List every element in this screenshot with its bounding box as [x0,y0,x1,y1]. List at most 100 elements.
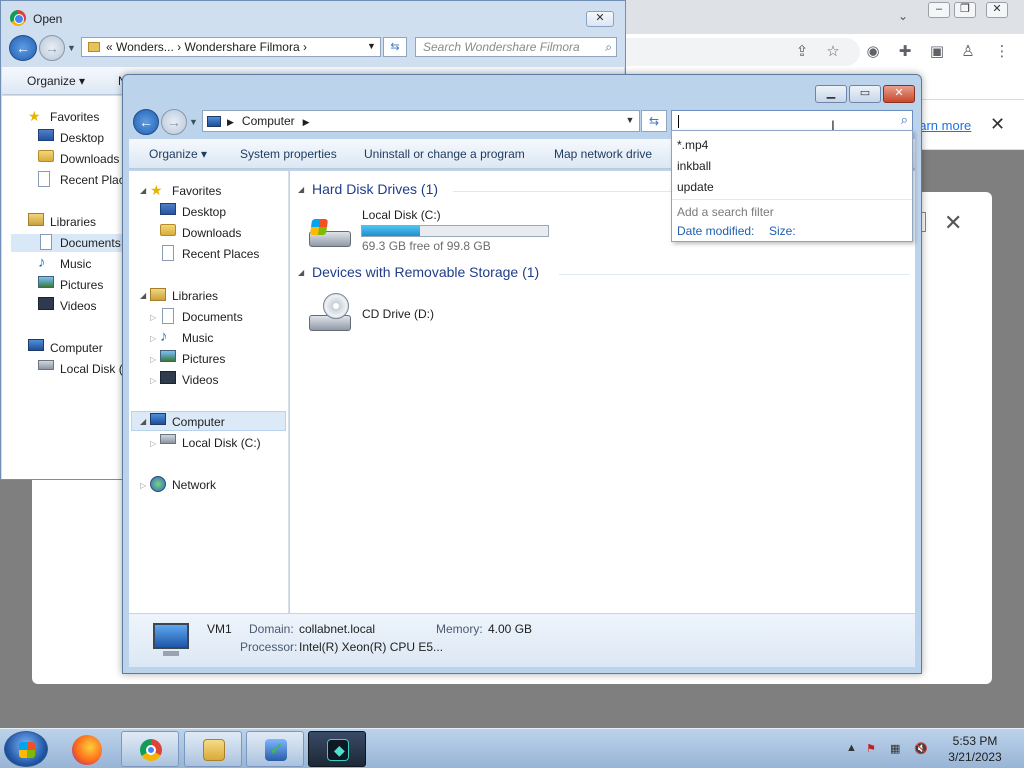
firefox-icon[interactable] [72,735,102,765]
libraries-icon [28,213,44,226]
open-nav-music[interactable]: Music [60,257,91,271]
system-clock[interactable]: 5:53 PM 3/21/2023 [940,733,1010,765]
open-refresh-button[interactable]: ⇆ [383,37,407,57]
address-bar[interactable]: ▶ Computer ▶ [202,110,640,132]
filter-size[interactable]: Size: [769,224,796,238]
open-address-dropdown-icon[interactable]: ▼ [367,41,376,51]
windows-logo-icon [309,219,329,235]
open-dialog-close-button[interactable]: ✕ [586,11,614,27]
suggestion-item[interactable]: inkball [677,159,711,173]
taskbar-app-button[interactable]: ✓ [246,731,304,767]
chrome-minimize-button[interactable]: – [928,2,950,18]
open-nav-libraries[interactable]: Libraries [50,215,96,229]
drive-c-name[interactable]: Local Disk (C:) [362,208,441,222]
open-nav-pictures[interactable]: Pictures [60,278,103,292]
nav-videos[interactable]: Videos [182,373,218,387]
breadcrumb-computer[interactable]: Computer [242,114,295,128]
group-collapse-icon[interactable]: ◢ [298,185,304,194]
open-nav-videos[interactable]: Videos [60,299,96,313]
nav-computer[interactable]: Computer [172,415,225,429]
chrome-tab-list-icon[interactable]: ⌄ [898,9,908,23]
open-nav-desktop[interactable]: Desktop [60,131,104,145]
drive-d-name[interactable]: CD Drive (D:) [362,307,434,321]
side-panel-icon[interactable]: ▣ [927,42,947,62]
taskbar-chrome-button[interactable] [121,731,179,767]
close-button[interactable]: ✕ [883,85,915,103]
collapse-arrow-icon[interactable]: ▷ [150,439,156,448]
expand-arrow-icon[interactable]: ◢ [140,291,146,300]
organize-button[interactable]: Organize ▾ [149,147,207,161]
open-nav-local-disk[interactable]: Local Disk (C [60,362,131,376]
collapse-arrow-icon[interactable]: ▷ [150,313,156,322]
clock-date: 3/21/2023 [948,750,1002,764]
nav-downloads[interactable]: Downloads [182,226,241,240]
nav-local-disk[interactable]: Local Disk (C:) [182,436,261,450]
infobar-close-icon[interactable]: ✕ [990,114,1005,135]
cd-drive-icon[interactable] [307,291,353,337]
expand-arrow-icon[interactable]: ◢ [140,417,146,426]
maximize-button[interactable]: ▭ [849,85,881,103]
open-address-bar[interactable]: « Wonders... › Wondershare Filmora › [81,37,381,57]
open-organize-button[interactable]: Organize ▾ [27,74,85,88]
show-hidden-icons-icon[interactable]: ▲ [846,742,857,754]
open-back-button[interactable]: ← [9,35,37,61]
open-nav-documents[interactable]: Documents [60,236,121,250]
open-nav-downloads[interactable]: Downloads [60,152,119,166]
expand-arrow-icon[interactable]: ◢ [140,186,146,195]
nav-documents[interactable]: Documents [182,310,243,324]
chrome-omnibox[interactable] [600,38,860,66]
collapse-arrow-icon[interactable]: ▷ [150,334,156,343]
forward-button[interactable]: → [161,109,187,135]
puzzle-icon[interactable]: ✚ [895,42,915,62]
suggestion-item[interactable]: *.mp4 [677,138,708,152]
chrome-close-button[interactable]: ✕ [986,2,1008,18]
local-disk-drive-icon[interactable] [307,215,353,251]
nav-desktop[interactable]: Desktop [182,205,226,219]
open-forward-button[interactable]: → [39,35,65,61]
nav-pictures[interactable]: Pictures [182,352,225,366]
collapse-arrow-icon[interactable]: ▷ [150,376,156,385]
recent-pages-dropdown-icon[interactable]: ▼ [189,117,198,127]
nav-recent-places[interactable]: Recent Places [182,247,259,261]
taskbar-explorer-button[interactable] [184,731,242,767]
network-status-icon[interactable]: ▦ [890,742,900,755]
profile-avatar-icon[interactable]: ♙ [958,42,978,62]
map-network-drive-button[interactable]: Map network drive [554,147,652,161]
back-button[interactable]: ← [133,109,159,135]
minimize-button[interactable]: ▁ [815,85,847,103]
open-recent-dropdown-icon[interactable]: ▼ [67,43,76,53]
share-icon[interactable]: ⇪ [792,42,812,62]
open-nav-recent[interactable]: Recent Place [60,173,131,187]
open-nav-computer[interactable]: Computer [50,341,103,355]
suggestion-item[interactable]: update [677,180,714,194]
uninstall-program-button[interactable]: Uninstall or change a program [364,147,525,161]
documents-icon [162,308,174,324]
nav-favorites[interactable]: Favorites [172,184,221,198]
collapse-arrow-icon[interactable]: ▷ [140,481,146,490]
nav-network[interactable]: Network [172,478,216,492]
collapse-arrow-icon[interactable]: ▷ [150,355,156,364]
volume-muted-icon[interactable]: 🔇 [914,742,928,755]
refresh-button[interactable]: ⇆ [641,110,667,132]
web-dialog-close-icon[interactable]: ✕ [944,210,962,236]
search-input[interactable]: ⌕ [671,110,913,132]
system-properties-button[interactable]: System properties [240,147,337,161]
open-nav-favorites[interactable]: Favorites [50,110,99,124]
action-center-icon[interactable]: ⚑ [866,742,876,755]
nav-libraries[interactable]: Libraries [172,289,218,303]
start-button[interactable] [4,731,48,767]
address-dropdown-icon[interactable]: ▼ [621,110,639,132]
open-search-input[interactable]: Search Wondershare Filmora ⌕ [415,37,617,57]
group-hard-disk-drives[interactable]: Hard Disk Drives (1) [312,181,438,197]
group-removable-storage[interactable]: Devices with Removable Storage (1) [312,264,539,280]
group-collapse-icon[interactable]: ◢ [298,268,304,277]
domain-label: Domain: [249,622,294,636]
extension-icon[interactable]: ◉ [863,42,883,62]
chrome-restore-button[interactable]: ❐ [954,2,976,18]
computer-name: VM1 [207,622,232,636]
nav-music[interactable]: Music [182,331,213,345]
taskbar-filmora-button[interactable]: ◆ [308,731,366,767]
chrome-menu-icon[interactable]: ⋮ [992,42,1012,62]
filter-date-modified[interactable]: Date modified: [677,224,754,238]
bookmark-star-icon[interactable]: ☆ [823,42,843,62]
